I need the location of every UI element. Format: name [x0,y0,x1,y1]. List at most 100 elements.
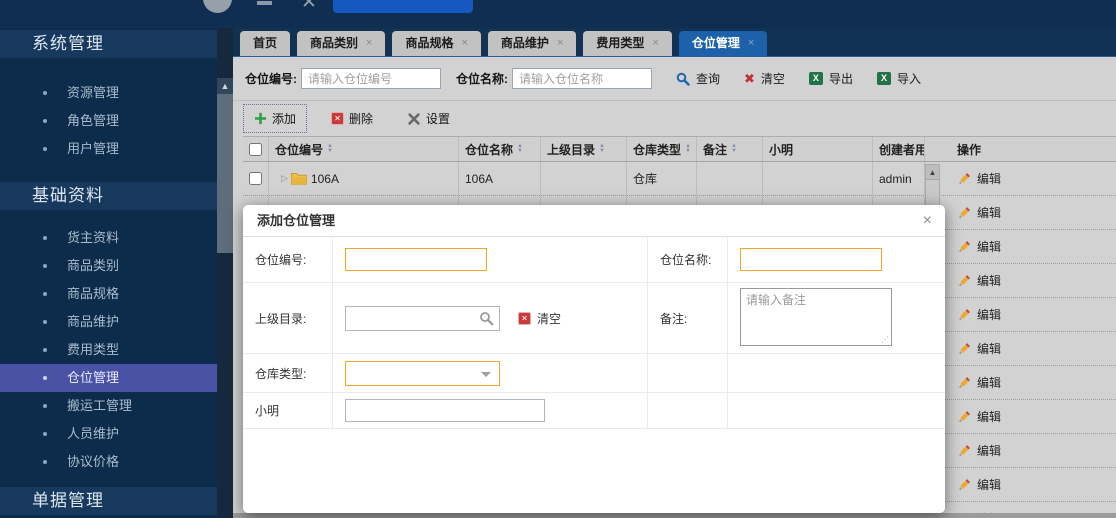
pencil-icon [957,274,971,288]
tab-close-icon[interactable]: × [748,31,754,56]
select-all-checkbox[interactable] [249,143,262,156]
chevron-down-icon[interactable] [481,372,491,377]
col-remark[interactable]: 备注 [697,137,763,161]
tab-close-icon[interactable]: × [557,31,563,56]
dlg-xiaoming-input[interactable] [345,399,545,422]
edit-button[interactable]: 编辑 [957,306,1001,323]
bin-code-label: 仓位编号: [245,70,297,87]
tab-goods-spec[interactable]: 商品规格× [392,31,480,56]
grid-scroll-up-icon[interactable]: ▲ [926,165,939,180]
tab-close-icon[interactable]: × [461,31,467,56]
cell-warehouse-type: 仓库 [627,162,697,195]
add-button[interactable]: 添加 [243,104,307,133]
sort-icon[interactable] [517,144,523,154]
col-xiaoming[interactable]: 小明 [763,137,873,161]
settings-button[interactable]: 设置 [397,105,460,132]
sidebar-item-resource-mgmt[interactable]: 资源管理 [0,79,217,107]
sidebar-item-fee-type[interactable]: 费用类型 [0,336,217,364]
bin-name-input[interactable] [512,68,652,89]
sort-icon[interactable] [599,144,605,154]
sort-icon[interactable] [731,144,737,154]
app-window: ✕ 系统管理 资源管理 角色管理 用户管理 基础资料 货主资料 商品类别 商品规… [0,0,1116,518]
page-scrollbar[interactable]: ▲ [217,28,233,518]
edit-button[interactable]: 编辑 [957,442,1001,459]
dlg-bin-code-input[interactable] [345,248,487,271]
filter-bar: 仓位编号: 仓位名称: 查询 清空 导出 导入 [233,57,1116,101]
sidebar-item-goods-spec[interactable]: 商品规格 [0,280,217,308]
cell-parent-dir [541,162,627,195]
avatar [203,0,232,13]
edit-button[interactable]: 编辑 [957,408,1001,425]
titlebar-blue-button[interactable] [333,0,473,13]
tab-close-icon[interactable]: × [366,31,372,56]
close-window-icon[interactable]: ✕ [301,0,317,14]
bin-code-input[interactable] [301,68,441,89]
tab-goods-category[interactable]: 商品类别× [297,31,385,56]
edit-button[interactable]: 编辑 [957,340,1001,357]
sort-icon[interactable] [327,144,333,154]
sidebar-section-system: 系统管理 [0,30,217,58]
export-button[interactable]: 导出 [809,70,853,87]
edit-button[interactable]: 编辑 [957,272,1001,289]
sidebar-item-role-mgmt[interactable]: 角色管理 [0,107,217,135]
scroll-up-icon[interactable]: ▲ [217,78,233,94]
pencil-icon [957,376,971,390]
excel-export-icon [809,72,823,85]
dialog-close-icon[interactable]: × [923,205,932,237]
import-button[interactable]: 导入 [877,70,921,87]
table-row[interactable]: 106A 106A 仓库 admin 编辑 [243,162,1116,196]
dlg-xiaoming-label: 小明 [243,393,333,429]
sidebar-item-owner-data[interactable]: 货主资料 [0,224,217,252]
tools-icon [407,112,421,126]
dlg-parent-combo[interactable] [345,306,500,331]
sort-icon[interactable] [685,144,691,154]
dialog-header[interactable]: 添加仓位管理 × [243,205,945,237]
tab-bin-mgmt[interactable]: 仓位管理× [679,31,767,56]
sidebar-item-goods-maintain[interactable]: 商品维护 [0,308,217,336]
window-titlebar: ✕ [0,0,1116,28]
bottom-scrollbar-strip[interactable] [233,513,1116,518]
clear-button[interactable]: 清空 [744,70,785,87]
delete-icon [331,112,344,125]
cell-xiaoming [763,162,873,195]
dlg-bin-name-input[interactable] [740,248,882,271]
main-content: 首页 商品类别× 商品规格× 商品维护× 费用类型× 仓位管理× 仓位编号: 仓… [233,28,1116,518]
dlg-warehouse-type-label: 仓库类型: [243,354,333,393]
col-bin-name[interactable]: 仓位名称 [459,137,541,161]
dlg-bin-name-label: 仓位名称: [648,237,728,283]
search-button[interactable]: 查询 [676,70,720,87]
delete-button[interactable]: 删除 [321,105,383,132]
dlg-clear-button[interactable]: 清空 [518,310,561,327]
sidebar-item-agreement-price[interactable]: 协议价格 [0,448,217,476]
col-warehouse-type[interactable]: 仓库类型 [627,137,697,161]
sidebar-section-basicdata: 基础资料 [0,182,217,210]
plus-icon [254,112,267,125]
col-parent-dir[interactable]: 上级目录 [541,137,627,161]
sidebar-item-porter-mgmt[interactable]: 搬运工管理 [0,392,217,420]
edit-button[interactable]: 编辑 [957,170,1001,187]
minimize-icon[interactable] [257,1,272,5]
tab-close-icon[interactable]: × [652,31,658,56]
edit-button[interactable]: 编辑 [957,204,1001,221]
expand-icon[interactable] [281,173,288,184]
sidebar-item-personnel[interactable]: 人员维护 [0,420,217,448]
tab-fee-type[interactable]: 费用类型× [583,31,671,56]
tab-home[interactable]: 首页 [240,31,290,56]
pencil-icon [957,444,971,458]
edit-button[interactable]: 编辑 [957,476,1001,493]
scrollbar-thumb[interactable] [217,94,233,253]
search-icon [676,72,690,86]
dlg-remark-textarea[interactable] [740,288,892,346]
sidebar-item-bin-mgmt[interactable]: 仓位管理 [0,364,217,392]
col-creator[interactable]: 创建者用户名 [873,137,925,161]
row-checkbox[interactable] [249,172,262,185]
sidebar-item-goods-category[interactable]: 商品类别 [0,252,217,280]
dlg-warehouse-type-select[interactable] [345,361,500,386]
edit-button[interactable]: 编辑 [957,238,1001,255]
pencil-icon [957,240,971,254]
col-bin-code[interactable]: 仓位编号 [269,137,459,161]
tab-goods-maintain[interactable]: 商品维护× [488,31,576,56]
resize-grip-icon[interactable] [881,336,889,344]
edit-button[interactable]: 编辑 [957,374,1001,391]
sidebar-item-user-mgmt[interactable]: 用户管理 [0,135,217,163]
